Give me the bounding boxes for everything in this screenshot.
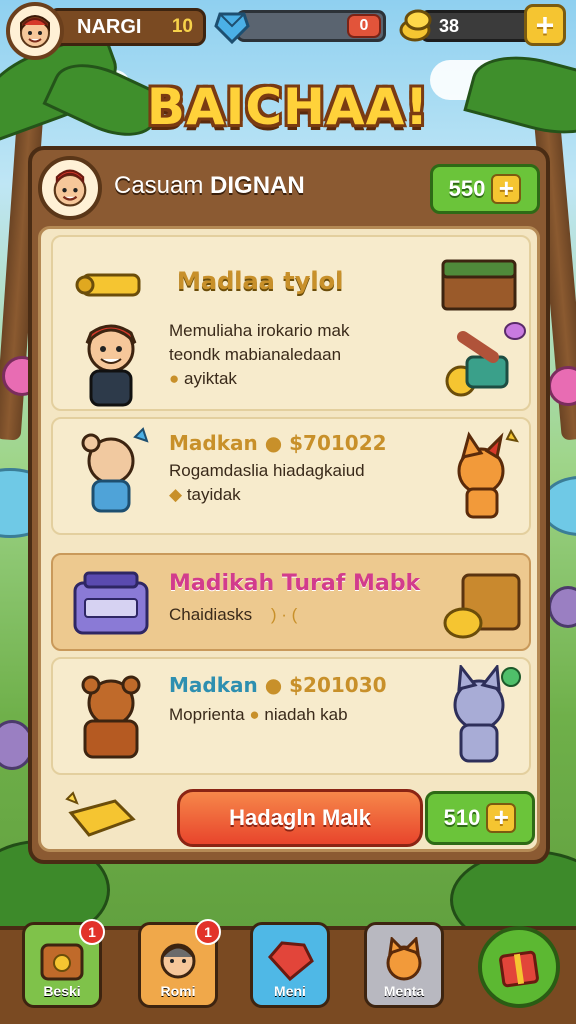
card-line: ● ayiktak xyxy=(169,369,237,389)
gift-button[interactable] xyxy=(478,926,560,1008)
scroll-icon xyxy=(75,273,141,297)
coin-icon: ● xyxy=(264,673,290,697)
nav-romi[interactable]: Romi 1 xyxy=(138,919,221,1008)
top-hud: NARGI 10 0 38 + xyxy=(0,0,576,60)
coin-icon: ● xyxy=(264,431,290,455)
boy-avatar-icon xyxy=(53,169,87,207)
coin-stack-icon xyxy=(399,9,432,42)
panel-name-main: DIGNAN xyxy=(210,172,305,199)
plus-icon: + xyxy=(491,174,522,204)
gem-button[interactable]: 0 xyxy=(347,14,381,38)
panel-avatar[interactable] xyxy=(38,156,102,220)
fox-character-icon xyxy=(457,428,520,519)
panel-header: Casuam DIGNAN 550 + xyxy=(32,150,546,232)
player-level: 10 xyxy=(171,16,193,37)
card-title-text: Madkan xyxy=(169,673,258,697)
card-title: Madkan ● $201030 xyxy=(169,673,387,697)
shop-card-highlighted[interactable]: Madikah Turaf Mabk Chaidiasks ) · ( xyxy=(51,553,531,651)
main-action-button[interactable]: Hadagln Malk xyxy=(177,789,423,847)
coin-counter: 38 xyxy=(420,10,536,42)
gift-box-icon xyxy=(499,950,539,988)
card-line-text: ayiktak xyxy=(184,369,237,388)
card-title: Madikah Turaf Mabk xyxy=(169,571,421,596)
gem-icon xyxy=(214,12,250,44)
player-name: NARGI xyxy=(77,15,142,38)
card-line: teondk mabianaledaan xyxy=(169,345,342,364)
card-title-text: Madkan xyxy=(169,431,258,455)
shop-card[interactable]: Madkan ● $201030 Moprienta ● niadah kab xyxy=(51,657,531,775)
flower xyxy=(548,366,576,406)
girl-avatar-icon xyxy=(160,943,196,979)
game-title: BAICHAA! xyxy=(146,78,430,136)
card-title: Madkan ● $701022 xyxy=(169,431,387,455)
shop-card[interactable]: Madlaa tylol Memuliaha irokario mak teon… xyxy=(51,235,531,411)
bear-backpack-icon xyxy=(81,675,141,759)
treasure-icon xyxy=(443,573,521,639)
chest-icon xyxy=(441,259,517,311)
plus-icon: + xyxy=(486,803,517,833)
card-price: $201030 xyxy=(289,673,387,697)
card-line: ◆ tayidak xyxy=(169,485,241,505)
price-value: 510 xyxy=(443,805,481,830)
card-line-tail: niadah kab xyxy=(264,705,348,724)
nav-label: Beski xyxy=(43,983,81,999)
add-coins-button[interactable]: + xyxy=(524,4,566,46)
card-title: Madlaa tylol xyxy=(177,267,344,295)
coin-icon: ◆ xyxy=(169,485,183,504)
nav-beski[interactable]: Beski 1 xyxy=(22,919,105,1008)
shop-list: Madlaa tylol Memuliaha irokario mak teon… xyxy=(38,226,540,852)
notification-badge: 1 xyxy=(195,919,221,945)
card-line: Chaidiasks ) · ( xyxy=(169,605,297,625)
bear-character-icon xyxy=(81,427,149,513)
card-line-tail: ) · ( xyxy=(270,605,298,624)
radio-icon xyxy=(73,571,149,635)
shop-card[interactable]: Madkan ● $701022 Rogamdaslia hiadagkaiud… xyxy=(51,417,531,535)
card-line-text: Moprienta xyxy=(169,705,245,724)
nav-label: Romi xyxy=(160,983,196,999)
cannon-icon xyxy=(445,322,526,397)
card-line: Rogamdaslia hiadagkaiud xyxy=(169,461,365,480)
red-gem-icon xyxy=(267,941,314,982)
boy-character-icon xyxy=(85,324,137,407)
card-line: Moprienta ● niadah kab xyxy=(169,705,348,725)
nav-label: Menta xyxy=(383,983,425,999)
coin-icon: ● xyxy=(169,369,180,388)
notification-badge: 1 xyxy=(79,919,105,945)
panel-name-prefix: Casuam xyxy=(114,172,204,199)
player-name-bar: NARGI 10 xyxy=(48,8,206,46)
coin-icon: ● xyxy=(249,705,260,724)
nav-meni[interactable]: Meni xyxy=(250,922,330,1008)
gem-progress-bar: 0 xyxy=(236,10,386,42)
card-price: $701022 xyxy=(289,431,387,455)
gold-bar-icon xyxy=(65,791,136,837)
nav-label: Meni xyxy=(274,983,306,999)
rock xyxy=(548,586,576,628)
coin-count: 38 xyxy=(439,15,460,36)
card-line-text: Chaidiasks xyxy=(169,605,253,624)
price-buy-button[interactable]: 510 + xyxy=(425,791,535,845)
card-line: Memuliaha irokario mak xyxy=(169,321,350,340)
panel-player-name: Casuam DIGNAN xyxy=(114,172,305,200)
panel-top-buy-button[interactable]: 550 + xyxy=(430,164,540,214)
fox-face-icon xyxy=(386,937,422,981)
backpack-icon xyxy=(40,943,84,981)
panel-top-value: 550 xyxy=(448,176,486,201)
wolf-character-icon xyxy=(453,665,521,763)
boy-avatar-icon xyxy=(20,15,50,48)
shop-panel: Casuam DIGNAN 550 + Madlaa tylol Memulia… xyxy=(28,146,550,864)
player-avatar[interactable] xyxy=(6,2,64,60)
card-line-text: tayidak xyxy=(186,485,241,504)
nav-menta[interactable]: Menta xyxy=(364,922,444,1008)
